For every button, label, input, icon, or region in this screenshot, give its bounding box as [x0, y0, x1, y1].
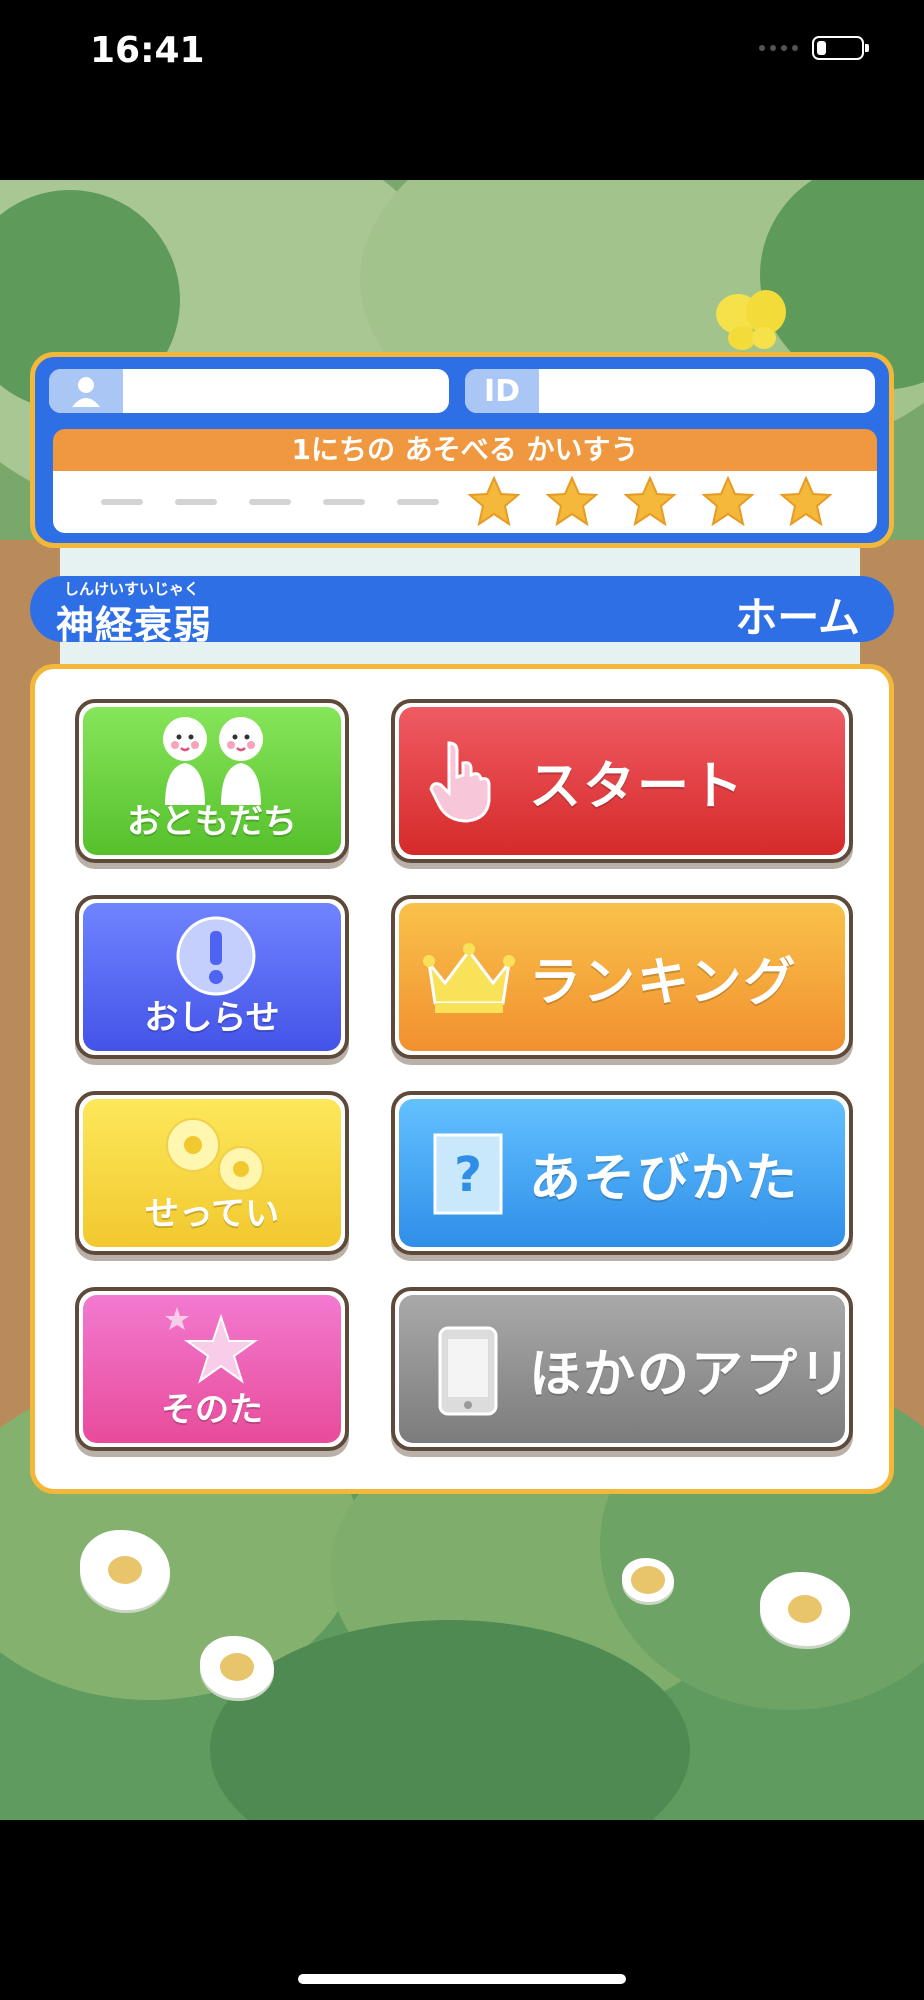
used-play-dash — [249, 499, 291, 505]
settings-label: せってい — [144, 1194, 280, 1234]
flower-decoration — [760, 1572, 850, 1646]
person-icon — [49, 369, 123, 413]
status-indicators — [759, 36, 869, 60]
friends-button[interactable]: おともだち — [75, 699, 349, 863]
used-play-dash — [397, 499, 439, 505]
remaining-play-star-icon — [623, 475, 677, 527]
user-name-field[interactable] — [49, 369, 449, 413]
game-screen: ID 1にちの あそべる かいすう しんけいすいじゃく 神経衰弱 ホーム おとも… — [0, 180, 924, 1820]
remaining-play-star-icon — [545, 475, 599, 527]
other-apps-label: ほかのアプリ — [529, 1344, 853, 1405]
screen-name: ホーム — [735, 593, 860, 642]
remaining-play-star-icon — [779, 475, 833, 527]
other-button[interactable]: そのた — [75, 1287, 349, 1451]
start-label: スタート — [529, 756, 746, 817]
pointing-hand-icon — [429, 741, 491, 823]
flower-decoration — [200, 1636, 274, 1698]
flower-decoration — [622, 1558, 674, 1602]
daily-plays-meter — [53, 471, 877, 533]
home-indicator[interactable] — [298, 1974, 626, 1984]
id-tag: ID — [465, 369, 539, 413]
user-id-field[interactable]: ID — [465, 369, 875, 413]
used-play-dash — [101, 499, 143, 505]
other-label: そのた — [161, 1390, 263, 1430]
used-play-dash — [175, 499, 217, 505]
main-menu: おともだち スタート おしらせ ランキング せってい ? あそびかた そのた ほ… — [30, 664, 894, 1494]
ranking-button[interactable]: ランキング — [391, 895, 853, 1059]
news-label: おしらせ — [144, 998, 280, 1038]
ranking-label: ランキング — [529, 952, 798, 1013]
how-to-play-label: あそびかた — [529, 1148, 800, 1209]
status-time: 16:41 — [90, 30, 205, 71]
question-icon: ? — [433, 1133, 503, 1215]
crown-icon — [423, 943, 515, 1013]
profile-panel: ID 1にちの あそべる かいすう — [30, 352, 894, 548]
title-bar: しんけいすいじゃく 神経衰弱 ホーム — [30, 576, 894, 647]
other-apps-button[interactable]: ほかのアプリ — [391, 1287, 853, 1451]
exclamation-icon — [176, 916, 256, 996]
smartphone-icon — [438, 1326, 498, 1416]
game-title: 神経衰弱 — [56, 603, 213, 647]
used-play-dash — [323, 499, 365, 505]
settings-button[interactable]: せってい — [75, 1091, 349, 1255]
start-button[interactable]: スタート — [391, 699, 853, 863]
friends-label: おともだち — [127, 802, 297, 842]
news-button[interactable]: おしらせ — [75, 895, 349, 1059]
svg-text:?: ? — [454, 1147, 482, 1203]
stars-icon — [165, 1307, 259, 1384]
battery-icon — [812, 36, 869, 60]
butterfly-icon — [716, 290, 786, 350]
how-to-play-button[interactable]: ? あそびかた — [391, 1091, 853, 1255]
daily-plays-title: 1にちの あそべる かいすう — [53, 429, 877, 471]
remaining-play-star-icon — [701, 475, 755, 527]
remaining-play-star-icon — [467, 475, 521, 527]
signal-icon — [759, 45, 798, 51]
battery-level — [817, 41, 826, 55]
